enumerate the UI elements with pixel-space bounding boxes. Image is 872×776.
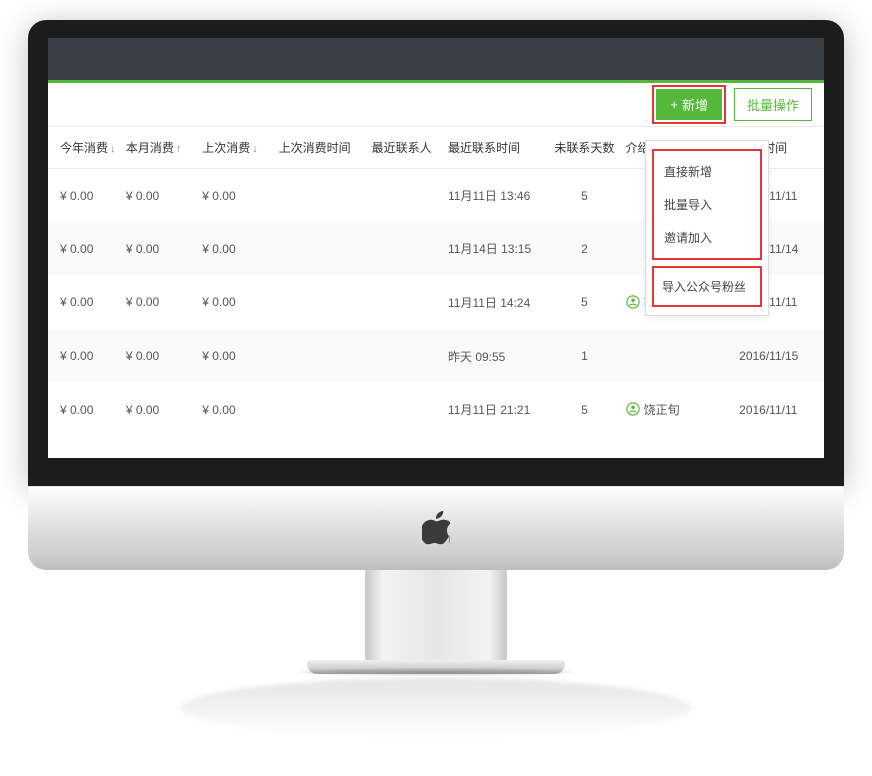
cell-last-time [275,330,368,383]
cell-month: ¥ 0.00 [122,275,198,330]
imac-reflection [181,678,691,738]
cell-contact-time: 昨天 09:55 [444,330,547,383]
cell-contact [368,383,444,438]
imac-chin [28,486,844,570]
imac-stand-foot [307,660,565,674]
sort-up-icon: ↑ [176,143,182,155]
cell-join: 2016/11/15 [735,330,824,383]
app-topbar [48,38,824,80]
cell-year: ¥ 0.00 [48,169,122,223]
cell-last: ¥ 0.00 [198,169,274,223]
highlight-dropdown-top: 直接新增 批量导入 邀请加入 [652,149,762,260]
highlight-add-button: + 新增 [652,85,726,124]
cell-contact [368,169,444,223]
cell-days: 1 [547,330,621,383]
cell-days: 5 [547,275,621,330]
col-recent-contact[interactable]: 最近联系人 [368,127,444,169]
cell-days: 5 [547,383,621,438]
cell-last: ¥ 0.00 [198,330,274,383]
plus-icon: + [670,97,678,112]
cell-days: 2 [547,222,621,275]
cell-year: ¥ 0.00 [48,222,122,275]
cell-year: ¥ 0.00 [48,383,122,438]
cell-last: ¥ 0.00 [198,383,274,438]
cell-month: ¥ 0.00 [122,222,198,275]
sort-down-icon: ↓ [252,143,258,155]
dropdown-item-batch-import[interactable]: 批量导入 [658,188,756,221]
batch-button[interactable]: 批量操作 [734,88,812,121]
cell-days: 5 [547,169,621,223]
cell-join: 2016/11/11 [735,383,824,438]
col-no-contact-days[interactable]: 未联系天数 [547,127,621,169]
cell-contact-time: 11月11日 13:46 [444,169,547,223]
add-button-label: 新增 [682,95,708,114]
table-row[interactable]: ¥ 0.00 ¥ 0.00 ¥ 0.00 昨天 09:55 1 2016/11/… [48,330,824,383]
cell-last-time [275,383,368,438]
cell-last: ¥ 0.00 [198,222,274,275]
cell-contact-time: 11月14日 13:15 [444,222,547,275]
col-last-spend[interactable]: 上次消费↓ [198,127,274,169]
cell-last: ¥ 0.00 [198,275,274,330]
col-month-spend[interactable]: 本月消费↑ [122,127,198,169]
person-circle-icon [626,402,640,416]
person-circle-icon [626,295,640,309]
cell-contact [368,275,444,330]
intro-name: 饶正旬 [644,401,680,418]
imac-screen: + 新增 批量操作 今年消费↓ 本月消费↑ 上次消费↓ 上次消费时间 最近联系人 [28,20,844,486]
col-recent-contact-time[interactable]: 最近联系时间 [444,127,547,169]
cell-year: ¥ 0.00 [48,275,122,330]
cell-intro [622,330,736,383]
table-row[interactable]: ¥ 0.00 ¥ 0.00 ¥ 0.00 11月11日 21:21 5 饶正旬 [48,383,824,438]
add-button[interactable]: + 新增 [656,89,722,120]
col-last-spend-time[interactable]: 上次消费时间 [275,127,368,169]
sort-down-icon: ↓ [110,143,116,155]
imac-mockup: + 新增 批量操作 今年消费↓ 本月消费↑ 上次消费↓ 上次消费时间 最近联系人 [28,20,844,738]
cell-intro: 饶正旬 [622,383,736,438]
cell-last-time [275,222,368,275]
cell-last-time [275,275,368,330]
dropdown-item-import-fans[interactable]: 导入公众号粉丝 [656,270,758,303]
cell-contact-time: 11月11日 21:21 [444,383,547,438]
col-year-spend[interactable]: 今年消费↓ [48,127,122,169]
app-window: + 新增 批量操作 今年消费↓ 本月消费↑ 上次消费↓ 上次消费时间 最近联系人 [48,38,824,458]
dropdown-item-direct-add[interactable]: 直接新增 [658,155,756,188]
dropdown-item-invite[interactable]: 邀请加入 [658,221,756,254]
add-dropdown: 直接新增 批量导入 邀请加入 导入公众号粉丝 [645,140,769,316]
cell-month: ¥ 0.00 [122,330,198,383]
cell-contact-time: 11月11日 14:24 [444,275,547,330]
cell-month: ¥ 0.00 [122,169,198,223]
cell-last-time [275,169,368,223]
apple-logo-icon [422,510,450,544]
cell-month: ¥ 0.00 [122,383,198,438]
imac-stand-neck [365,570,507,660]
highlight-dropdown-bottom: 导入公众号粉丝 [652,266,762,307]
cell-year: ¥ 0.00 [48,330,122,383]
toolbar: + 新增 批量操作 [48,83,824,127]
cell-contact [368,222,444,275]
batch-button-label: 批量操作 [747,98,799,113]
cell-contact [368,330,444,383]
